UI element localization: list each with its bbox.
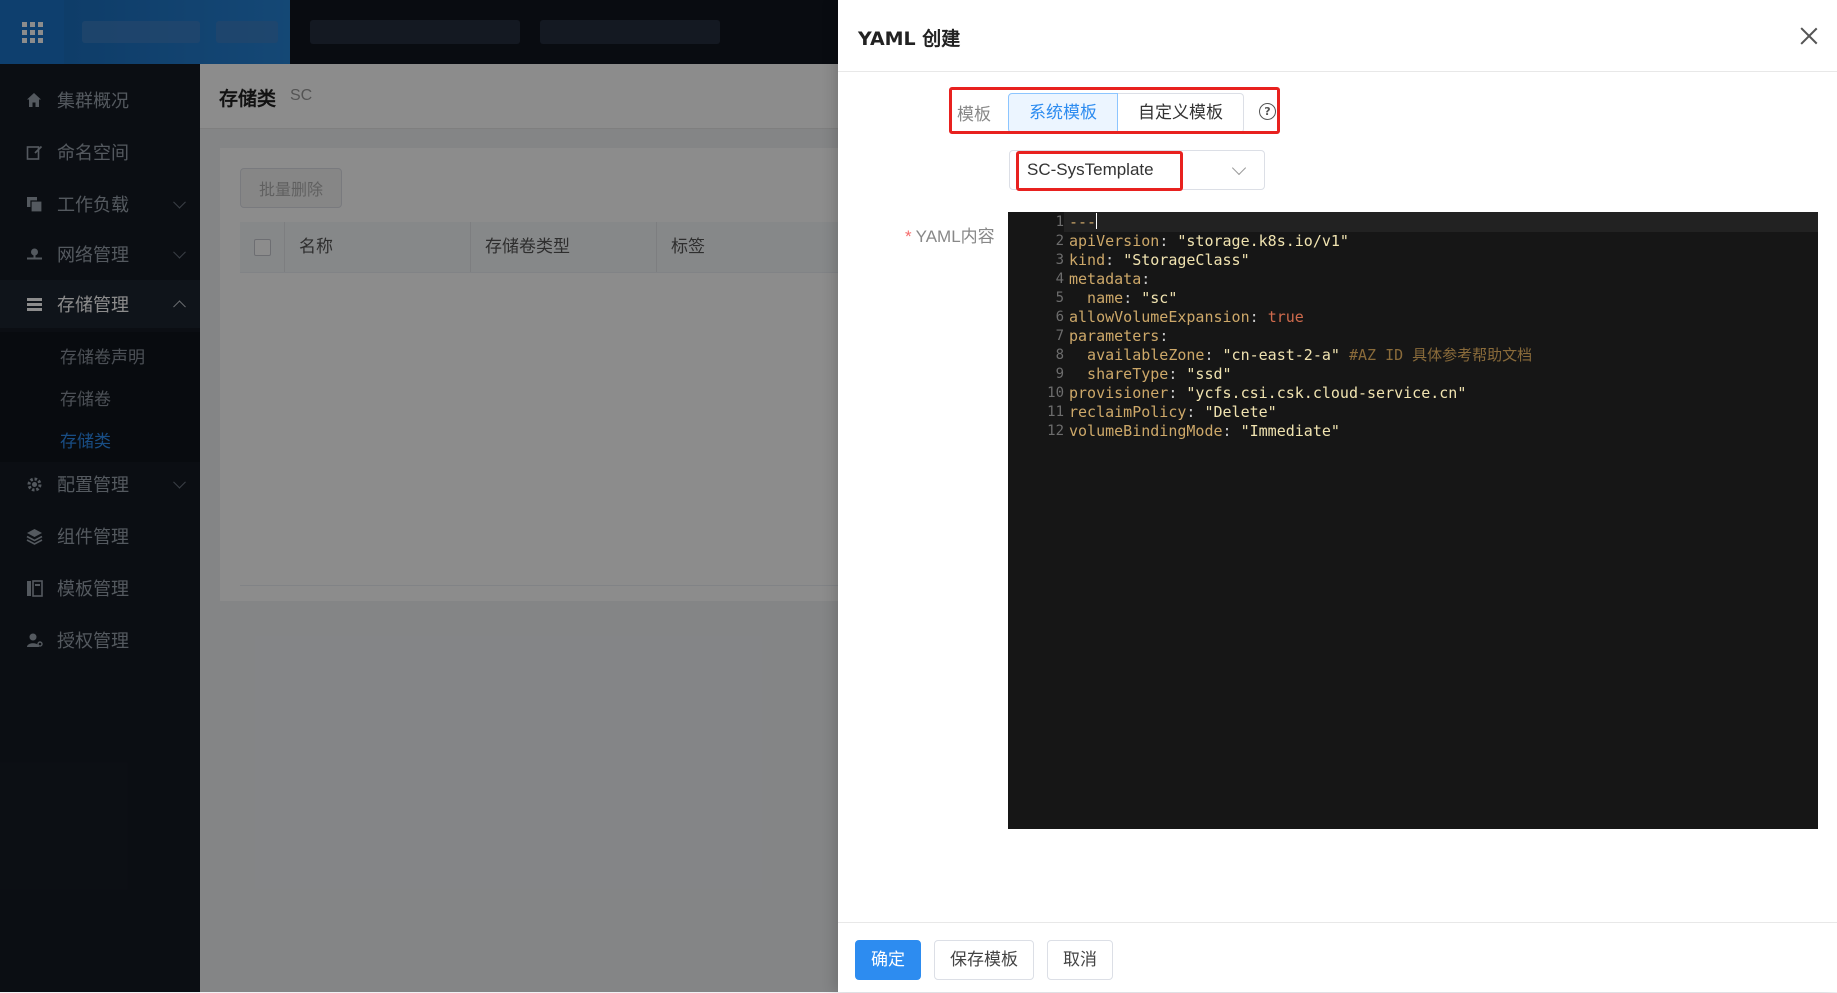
save-template-button[interactable]: 保存模板: [934, 940, 1034, 980]
yaml-content-label: * YAML内容: [905, 222, 995, 247]
drawer-footer: 确定 保存模板 取消: [838, 922, 1837, 993]
yaml-editor[interactable]: 1 --- 2 apiVersion: "storage.k8s.io/v1" 3k…: [1008, 212, 1818, 829]
tab-custom-template[interactable]: 自定义模板: [1118, 93, 1244, 133]
close-icon[interactable]: [1799, 26, 1819, 46]
yaml-content-label-text: YAML内容: [915, 227, 995, 246]
template-label: 模板: [957, 105, 991, 125]
template-select[interactable]: SC-SysTemplate: [1009, 150, 1265, 190]
confirm-button[interactable]: 确定: [855, 940, 921, 980]
help-icon[interactable]: ?: [1259, 103, 1276, 120]
drawer-header: YAML 创建: [838, 0, 1837, 72]
cancel-button[interactable]: 取消: [1047, 940, 1113, 980]
template-select-value: SC-SysTemplate: [1027, 160, 1154, 179]
drawer-title: YAML 创建: [858, 28, 961, 50]
required-mark: *: [905, 227, 912, 246]
chevron-down-icon: [1231, 160, 1247, 176]
yaml-create-drawer: YAML 创建 模板 系统模板 自定义模板 ? SC-SysTemplate *…: [838, 0, 1837, 992]
modal-overlay[interactable]: [0, 0, 838, 992]
active-line-highlight: [1064, 212, 1818, 232]
template-type-switch: 系统模板 自定义模板: [1008, 93, 1244, 133]
tab-system-template[interactable]: 系统模板: [1008, 93, 1118, 133]
